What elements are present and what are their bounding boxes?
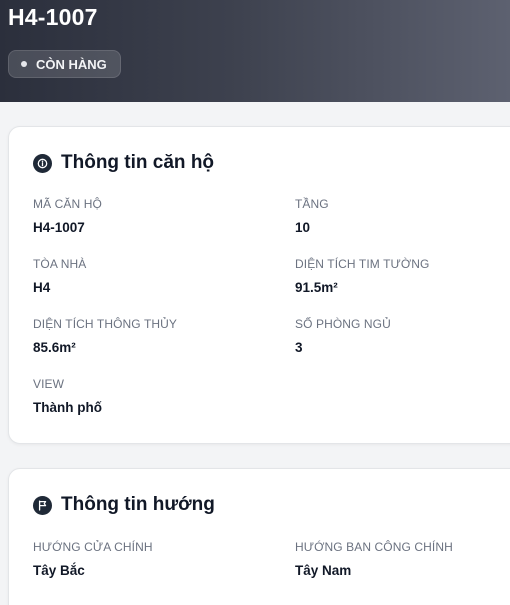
direction-info-card: Thông tin hướng HƯỚNG CỬA CHÍNH Tây Bắc … — [8, 468, 510, 605]
field-value: 10 — [295, 220, 311, 235]
field-label: VIEW — [33, 377, 65, 391]
field-label: SỐ PHÒNG NGỦ — [295, 317, 391, 331]
field-building: TÒA NHÀ H4 — [33, 257, 86, 295]
card-header: Thông tin căn hộ — [33, 152, 214, 174]
field-apartment-code: MÃ CĂN HỘ H4-1007 — [33, 197, 102, 235]
field-bedrooms: SỐ PHÒNG NGỦ 3 — [295, 317, 391, 355]
field-value: H4-1007 — [33, 220, 85, 235]
field-label: HƯỚNG CỬA CHÍNH — [33, 540, 153, 554]
field-value: 85.6m² — [33, 340, 76, 355]
status-badge: CÒN HÀNG — [8, 50, 121, 78]
status-dot-icon — [21, 61, 27, 67]
field-floor: TẦNG 10 — [295, 197, 329, 235]
card-title: Thông tin hướng — [61, 494, 215, 515]
status-label: CÒN HÀNG — [36, 56, 107, 72]
field-view: VIEW Thành phố — [33, 377, 102, 415]
field-label: DIỆN TÍCH THÔNG THỦY — [33, 317, 178, 331]
field-value: H4 — [33, 280, 51, 295]
field-net-area: DIỆN TÍCH THÔNG THỦY 85.6m² — [33, 317, 177, 355]
field-value: Tây Nam — [295, 563, 352, 578]
field-label: HƯỚNG BAN CÔNG CHÍNH — [295, 540, 453, 554]
field-main-door-direction: HƯỚNG CỬA CHÍNH Tây Bắc — [33, 540, 153, 578]
field-label: DIỆN TÍCH TIM TƯỜNG — [295, 257, 430, 271]
info-icon — [33, 153, 52, 173]
card-title: Thông tin căn hộ — [61, 152, 215, 173]
header-banner: H4-1007 CÒN HÀNG — [0, 0, 510, 102]
field-value: 3 — [295, 340, 303, 355]
field-value: 91.5m² — [295, 280, 338, 295]
field-label: TÒA NHÀ — [33, 257, 87, 271]
field-label: MÃ CĂN HỘ — [33, 197, 102, 211]
card-header: Thông tin hướng — [33, 494, 215, 516]
page-title: H4-1007 — [8, 4, 98, 30]
flag-icon — [33, 495, 52, 515]
field-label: TẦNG — [295, 197, 329, 211]
apartment-info-card: Thông tin căn hộ MÃ CĂN HỘ H4-1007 TẦNG … — [8, 126, 510, 444]
field-value: Tây Bắc — [33, 563, 85, 578]
field-gross-area: DIỆN TÍCH TIM TƯỜNG 91.5m² — [295, 257, 429, 295]
field-balcony-direction: HƯỚNG BAN CÔNG CHÍNH Tây Nam — [295, 540, 453, 578]
field-value: Thành phố — [33, 400, 102, 415]
